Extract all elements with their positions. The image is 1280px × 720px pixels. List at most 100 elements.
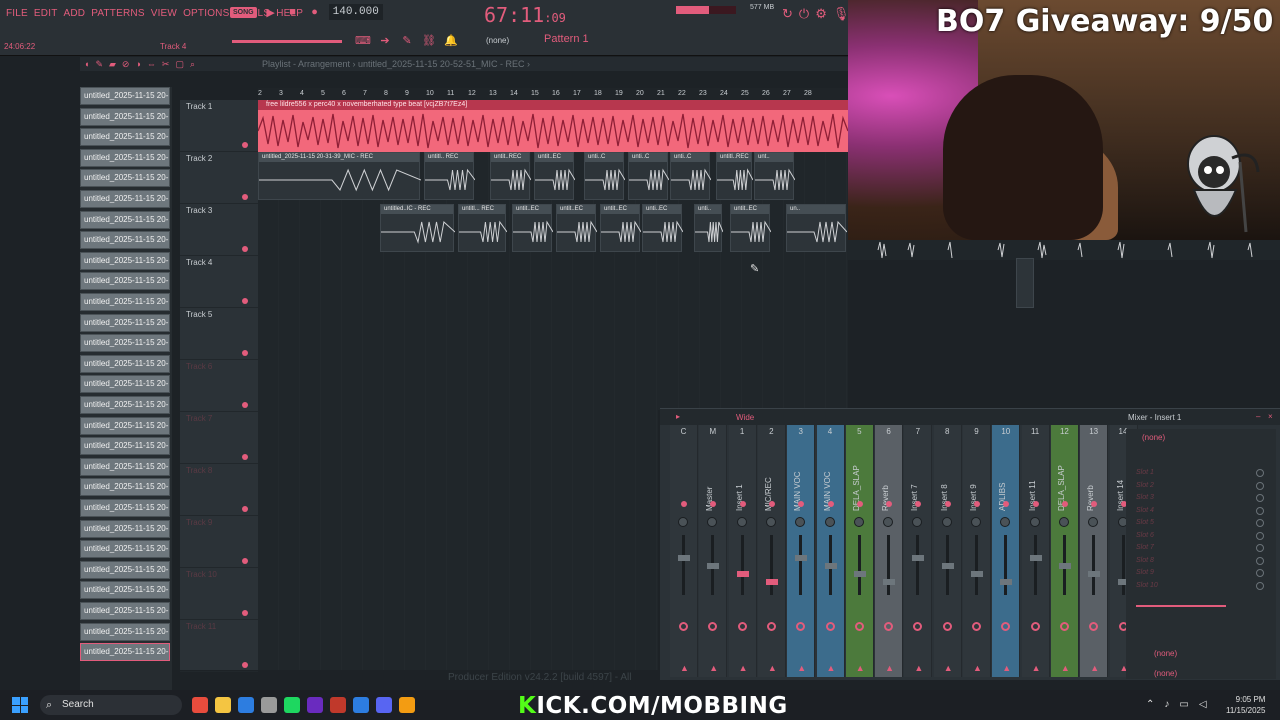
clip-picker-item[interactable]: untitled_2025-11-15 20-... [80, 396, 170, 414]
route-arrow-icon[interactable]: ▲ [709, 663, 718, 673]
volume-fader-cap[interactable] [736, 571, 749, 577]
app-blue2-icon[interactable] [353, 697, 369, 713]
volume-fader-track[interactable] [682, 535, 685, 595]
mixer-menu-icon[interactable]: ▸ [676, 412, 680, 421]
tempo-display[interactable]: 140.000 [328, 4, 383, 20]
pan-knob[interactable] [765, 517, 776, 527]
fl-studio-icon[interactable] [399, 697, 415, 713]
menu-add[interactable]: ADD [64, 8, 86, 19]
fx-enable-ring[interactable] [854, 622, 864, 631]
clip-picker-item[interactable]: untitled_2025-11-15 20-... [80, 478, 170, 497]
effect-slot[interactable]: Slot 4 [1136, 507, 1154, 514]
track-header[interactable]: Track 4 [180, 256, 258, 308]
track-header[interactable]: Track 11 [180, 620, 258, 672]
mixer-strip[interactable]: M Master ▲ [699, 425, 728, 677]
clip-picker-item[interactable]: untitled_2025-11-15 20-... [80, 602, 170, 620]
slice-icon[interactable]: ✂ [162, 59, 170, 70]
fx-enable-ring[interactable] [1089, 622, 1099, 631]
pan-knob[interactable] [1058, 517, 1069, 527]
power-icon[interactable]: ⏻ [799, 6, 809, 22]
menu-edit[interactable]: EDIT [34, 8, 58, 19]
route-arrow-icon[interactable]: ▲ [1032, 663, 1041, 673]
fx-enable-ring[interactable] [1030, 622, 1040, 631]
recorded-audio-clip[interactable]: unti..EC [642, 204, 684, 252]
menu-view[interactable]: VIEW [151, 8, 177, 19]
record-icon[interactable]: ● [307, 4, 323, 20]
route-arrow-icon[interactable]: ▲ [944, 663, 953, 673]
beat-audio-clip[interactable]: free lildre556 x perc40 x novemberhated … [258, 100, 848, 152]
mic-icon[interactable]: 🎙 [833, 6, 850, 22]
track-header[interactable]: Track 3 [180, 204, 258, 256]
clip-picker-item[interactable]: untitled_2025-11-15 20-... [80, 231, 170, 250]
volume-fader-track[interactable] [857, 535, 861, 595]
pan-knob[interactable] [707, 517, 718, 527]
effect-slot[interactable]: Slot 6 [1136, 532, 1154, 539]
fx-enable-ring[interactable] [913, 622, 923, 631]
clip-picker-item[interactable]: untitled_2025-11-15 20-... [80, 622, 170, 641]
clip-picker-item[interactable]: untitled_2025-11-15 20-... [80, 272, 170, 291]
fx-enable-ring[interactable] [708, 622, 718, 631]
pattern-selector[interactable]: Pattern 1 [544, 33, 589, 45]
track-mute-led[interactable] [242, 506, 248, 512]
slot-enable-dot[interactable] [1256, 519, 1264, 527]
taskbar-clock[interactable]: 9:05 PM 11/15/2025 [1226, 694, 1265, 716]
mute-icon[interactable]: ◑ [135, 59, 140, 70]
menu-file[interactable]: FILE [6, 8, 28, 19]
delete-icon[interactable]: ⊘ [122, 59, 130, 70]
volume-fader-cap[interactable] [941, 563, 954, 569]
recorded-audio-clip[interactable]: unti..C [584, 152, 626, 200]
volume-fader-track[interactable] [1092, 535, 1096, 595]
mixer-strip[interactable]: 2 MIC/REC ▲ [757, 425, 786, 677]
volume-fader-track[interactable] [975, 535, 978, 595]
route-arrow-icon[interactable]: ▲ [797, 663, 806, 673]
clip-picker-item[interactable]: untitled_2025-11-15 20-... [80, 148, 170, 167]
clip-picker-item[interactable]: untitled_2025-11-15 20-... [80, 128, 170, 147]
network-icon[interactable]: ▭ [1179, 699, 1188, 710]
clip-picker-item[interactable]: untitled_2025-11-15 20-... [80, 169, 170, 188]
send-led[interactable] [1032, 501, 1039, 507]
mixer-icon[interactable]: ⚙ [815, 6, 827, 22]
send-led[interactable] [856, 501, 863, 507]
refresh-icon[interactable]: ↻ [782, 6, 793, 22]
send-led[interactable] [768, 501, 775, 507]
bell-icon[interactable]: 🔔 [443, 32, 459, 48]
track-mute-led[interactable] [242, 558, 248, 564]
volume-fader-track[interactable] [769, 535, 773, 595]
windows-start-icon[interactable] [12, 697, 28, 713]
clip-picker-item[interactable]: untitled_2025-11-15 20-... [80, 581, 170, 600]
recorded-audio-clip[interactable]: untit..EC [534, 152, 576, 200]
recorded-audio-clip[interactable]: untit..REC [490, 152, 532, 200]
song-position-display[interactable]: 67:11:09 [484, 3, 566, 27]
close-icon[interactable]: × [1268, 412, 1273, 421]
mixer-strip[interactable]: 6 Reverb ▲ [875, 425, 904, 677]
mixer-strip[interactable]: 8 Insert 8 ▲ [933, 425, 962, 677]
timeline-ruler[interactable]: 2 3 4 5 6 7 8 9 10 11 12 13 14 15 16 17 18 19 20 21 22 23 24 25… [258, 88, 848, 100]
slot-enable-dot[interactable] [1256, 469, 1264, 477]
clip-picker-item[interactable]: untitled_2025-11-15 20-... [80, 210, 170, 229]
arrow-icon[interactable]: ➔ [377, 32, 393, 48]
recorded-audio-clip[interactable]: unti..C [670, 152, 712, 200]
send-led[interactable] [681, 501, 687, 507]
brush-icon[interactable]: ▰ [109, 59, 116, 70]
slot-enable-dot[interactable] [1256, 506, 1264, 515]
mixer-strip[interactable]: 5 DELA_SLAP ▲ [845, 425, 874, 677]
clip-picker-item[interactable]: untitled_2025-11-15 20-... [80, 540, 170, 559]
volume-fader-cap[interactable] [795, 555, 808, 561]
output-select-2[interactable]: (none) [1154, 669, 1177, 678]
pan-knob[interactable] [883, 517, 894, 527]
send-led[interactable] [974, 501, 980, 507]
clip-picker-item[interactable]: untitled_2025-11-15 20-... [80, 499, 170, 517]
route-arrow-icon[interactable]: ▲ [856, 663, 865, 673]
pattern-preset[interactable]: (none) [486, 36, 509, 45]
pan-knob[interactable] [736, 517, 747, 527]
effect-slot[interactable]: Slot 3 [1136, 494, 1154, 501]
small-audio-clip[interactable] [1016, 258, 1034, 308]
recorded-audio-clip[interactable]: unti.. [694, 204, 724, 252]
taskbar-search[interactable]: ⌕ Search [40, 695, 182, 715]
volume-fader-cap[interactable] [765, 579, 778, 585]
clip-picker-item[interactable]: untitled_2025-11-15 20-... [80, 107, 170, 126]
mixer-strip[interactable]: C ▲ [670, 425, 698, 677]
slot-enable-dot[interactable] [1256, 494, 1264, 502]
recorded-audio-clip[interactable]: untitl..REC [716, 152, 754, 200]
volume-fader-track[interactable] [1033, 535, 1037, 595]
